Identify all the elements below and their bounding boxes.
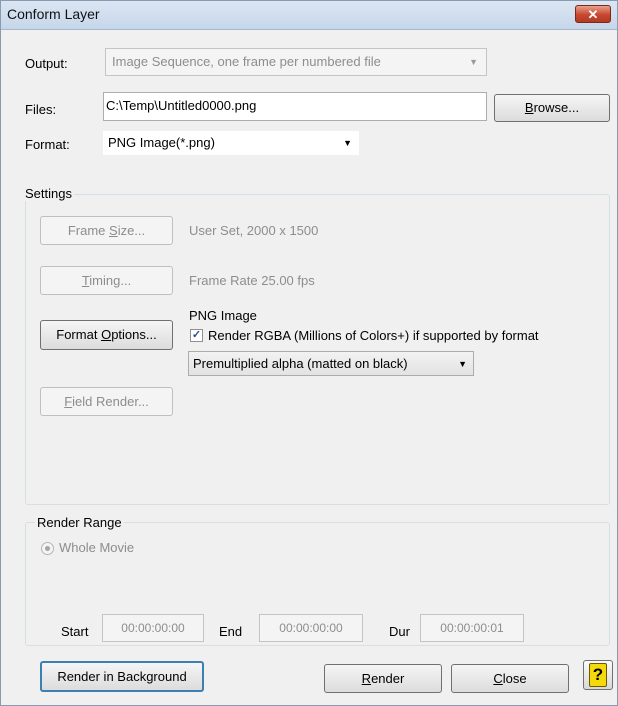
- render-range-group-title: Render Range: [35, 515, 124, 530]
- format-options-info-title: PNG Image: [189, 308, 257, 323]
- rgba-checkbox-label: Render RGBA (Millions of Colors+) if sup…: [208, 328, 539, 343]
- start-label: Start: [61, 624, 89, 639]
- close-label-post: lose: [502, 671, 527, 686]
- frame-size-label-pre: Frame: [67, 223, 110, 238]
- render-button[interactable]: Render: [324, 664, 442, 693]
- dur-label: Dur: [389, 624, 410, 639]
- frame-size-button[interactable]: Frame Size...: [40, 216, 173, 245]
- format-label: Format:: [25, 137, 70, 152]
- conform-layer-dialog: Conform Layer ✕ Output: Image Sequence, …: [0, 0, 618, 706]
- settings-group-title: Settings: [23, 186, 74, 201]
- help-icon: ?: [589, 663, 607, 687]
- format-select[interactable]: PNG Image(*.png) ▼: [103, 131, 359, 155]
- frame-size-info: User Set, 2000 x 1500: [189, 223, 319, 238]
- chevron-down-icon: ▼: [458, 359, 467, 369]
- field-render-button[interactable]: Field Render...: [40, 387, 173, 416]
- timing-label-post: iming...: [89, 273, 132, 288]
- close-button[interactable]: Close: [451, 664, 569, 693]
- format-options-label-post: ptions...: [111, 327, 157, 342]
- alpha-mode-select[interactable]: Premultiplied alpha (matted on black) ▼: [188, 351, 474, 376]
- duration-value: 00:00:00:01: [440, 621, 504, 635]
- timing-button[interactable]: Timing...: [40, 266, 173, 295]
- field-render-label-accel: F: [64, 394, 73, 409]
- files-label: Files:: [25, 102, 57, 117]
- output-label: Output:: [25, 56, 68, 71]
- frame-size-label-accel: S: [109, 223, 118, 238]
- start-time-value: 00:00:00:00: [121, 621, 185, 635]
- close-window-button[interactable]: ✕: [575, 5, 611, 23]
- browse-label-post: rowse...: [533, 100, 580, 115]
- end-time-value: 00:00:00:00: [279, 621, 343, 635]
- format-options-label-pre: Format: [56, 327, 102, 342]
- render-label-post: ender: [371, 671, 405, 686]
- window-title: Conform Layer: [7, 6, 100, 22]
- close-icon: ✕: [587, 7, 599, 22]
- timing-info: Frame Rate 25.00 fps: [189, 273, 315, 288]
- render-label-accel: R: [361, 671, 372, 686]
- close-label-accel: C: [493, 671, 503, 686]
- chevron-down-icon: ▼: [469, 57, 478, 67]
- help-button[interactable]: ?: [583, 660, 613, 690]
- render-in-background-label: Render in Background: [57, 669, 187, 684]
- help-icon-glyph: ?: [592, 665, 604, 684]
- chevron-down-icon: ▼: [343, 138, 352, 148]
- checkmark-icon: ✓: [191, 329, 202, 341]
- alpha-mode-value: Premultiplied alpha (matted on black): [193, 356, 408, 371]
- whole-movie-radio[interactable]: [41, 542, 54, 555]
- start-time-field[interactable]: 00:00:00:00: [102, 614, 204, 642]
- render-in-background-button[interactable]: Render in Background: [40, 661, 204, 692]
- frame-size-label-post: ize...: [117, 223, 146, 238]
- format-options-label-accel: O: [101, 327, 112, 342]
- whole-movie-label: Whole Movie: [59, 540, 135, 555]
- title-bar: Conform Layer ✕: [1, 1, 617, 30]
- files-path-input[interactable]: C:\Temp\Untitled0000.png: [103, 92, 487, 121]
- output-select-value: Image Sequence, one frame per numbered f…: [112, 54, 381, 69]
- duration-field[interactable]: 00:00:00:01: [420, 614, 524, 642]
- files-path-value: C:\Temp\Untitled0000.png: [106, 98, 257, 113]
- output-select[interactable]: Image Sequence, one frame per numbered f…: [105, 48, 487, 76]
- end-time-field[interactable]: 00:00:00:00: [259, 614, 363, 642]
- rgba-checkbox[interactable]: ✓: [190, 329, 203, 342]
- browse-button[interactable]: Browse...: [494, 94, 610, 122]
- format-select-value: PNG Image(*.png): [108, 135, 215, 150]
- end-label: End: [219, 624, 243, 639]
- field-render-label-post: ield Render...: [72, 394, 149, 409]
- browse-label-accel: B: [524, 100, 534, 115]
- format-options-button[interactable]: Format Options...: [40, 320, 173, 350]
